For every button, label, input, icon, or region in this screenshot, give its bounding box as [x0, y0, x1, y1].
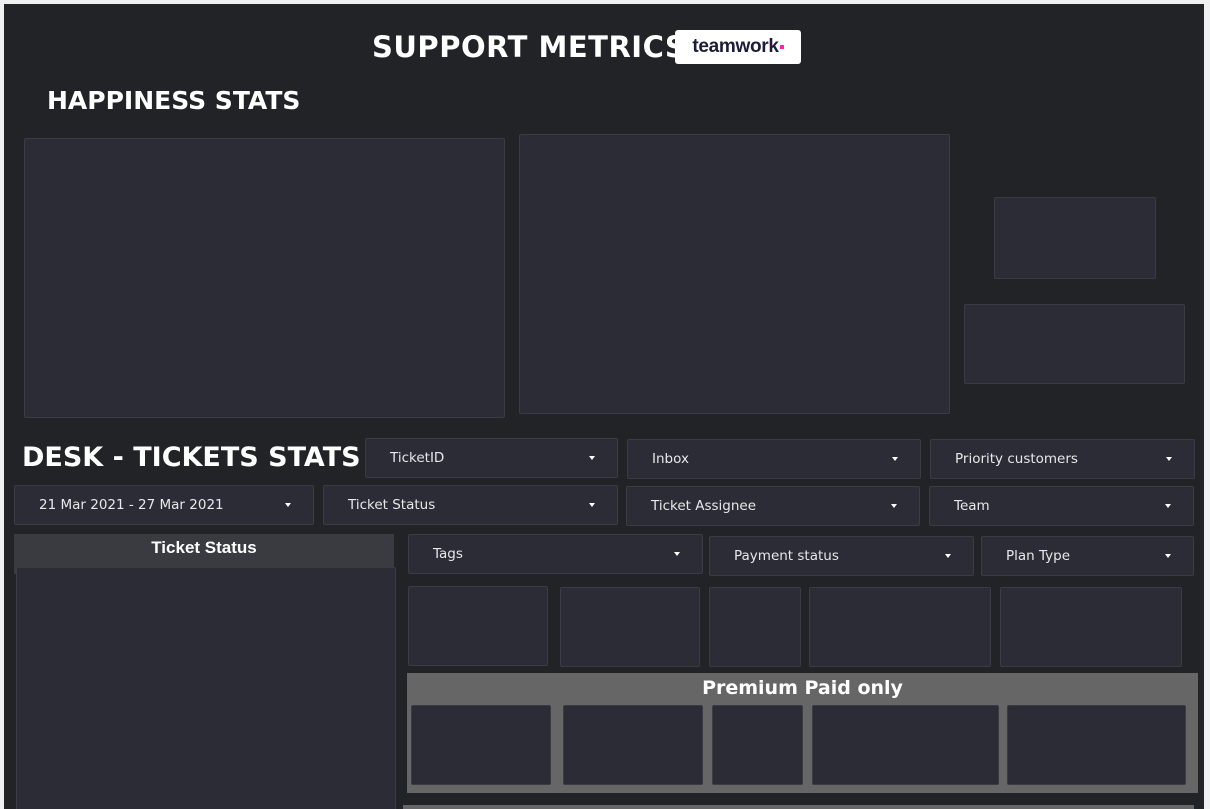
team-filter-label: Team [954, 498, 990, 514]
scorecard-2 [560, 587, 700, 667]
happiness-section-title: HAPPINESS STATS [47, 86, 301, 115]
plan-type-filter-label: Plan Type [1006, 548, 1071, 564]
next-section-strip [403, 805, 1194, 809]
dropdown-caret-icon [892, 457, 898, 461]
payment-status-filter-label: Payment status [734, 548, 839, 564]
dropdown-caret-icon [674, 552, 680, 556]
ticket-assignee-filter-label: Ticket Assignee [651, 498, 757, 514]
date-range-filter-label: 21 Mar 2021 - 27 Mar 2021 [39, 497, 224, 513]
premium-scorecard-5 [1007, 705, 1186, 785]
premium-scorecard-2 [563, 705, 703, 785]
premium-scorecard-3 [712, 705, 803, 785]
dropdown-caret-icon [285, 503, 291, 507]
scorecard-5 [1000, 587, 1182, 667]
plan-type-filter[interactable]: Plan Type [981, 536, 1194, 576]
dropdown-caret-icon [1165, 504, 1171, 508]
happiness-chart-panel-center [519, 134, 950, 414]
priority-customers-filter[interactable]: Priority customers [930, 439, 1195, 479]
ticket-status-filter-label: Ticket Status [348, 497, 436, 513]
ticket-id-filter-label: TicketID [390, 450, 445, 466]
inbox-filter-label: Inbox [652, 451, 689, 467]
dropdown-caret-icon [1166, 457, 1172, 461]
happiness-chart-panel-left [24, 138, 505, 418]
dropdown-caret-icon [589, 503, 595, 507]
tags-filter-label: Tags [433, 546, 463, 562]
date-range-filter[interactable]: 21 Mar 2021 - 27 Mar 2021 [14, 485, 314, 525]
page-title: SUPPORT METRICS [372, 30, 687, 64]
ticket-status-chart-panel [16, 567, 396, 809]
happiness-scorecard-top [994, 197, 1156, 279]
scorecard-1 [408, 586, 548, 666]
dropdown-caret-icon [589, 456, 595, 460]
dropdown-caret-icon [891, 504, 897, 508]
scorecard-3 [709, 587, 801, 667]
teamwork-logo: teamwork [675, 30, 801, 64]
inbox-filter[interactable]: Inbox [627, 439, 921, 479]
desk-section-title: DESK - TICKETS STATS [22, 442, 361, 473]
tags-filter[interactable]: Tags [408, 534, 703, 574]
premium-scorecard-1 [411, 705, 551, 785]
happiness-scorecard-bottom [964, 304, 1185, 384]
ticket-id-filter[interactable]: TicketID [365, 438, 618, 478]
logo-dot-icon [779, 45, 784, 49]
premium-section-title: Premium Paid only [702, 677, 903, 699]
ticket-assignee-filter[interactable]: Ticket Assignee [626, 486, 920, 526]
payment-status-filter[interactable]: Payment status [709, 536, 974, 576]
dropdown-caret-icon [1165, 554, 1171, 558]
dashboard-canvas: SUPPORT METRICS teamwork HAPPINESS STATS… [4, 4, 1204, 809]
priority-customers-filter-label: Priority customers [955, 451, 1078, 467]
dropdown-caret-icon [945, 554, 951, 558]
scorecard-4 [809, 587, 991, 667]
team-filter[interactable]: Team [929, 486, 1194, 526]
logo-text: teamwork [692, 36, 779, 57]
premium-scorecard-4 [812, 705, 999, 785]
ticket-status-filter[interactable]: Ticket Status [323, 485, 618, 525]
